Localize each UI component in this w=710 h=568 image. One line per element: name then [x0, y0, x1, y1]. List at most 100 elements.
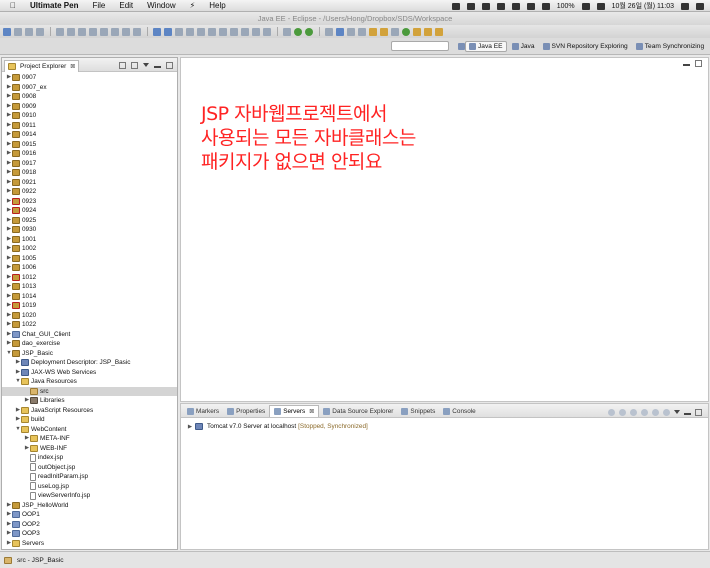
- tree-item[interactable]: ▶ 0922: [2, 187, 177, 197]
- tree-item[interactable]: ▶ Chat_GUI_Client: [2, 330, 177, 340]
- tree-item[interactable]: ▶ 1001: [2, 235, 177, 245]
- open-folder-icon[interactable]: [369, 27, 377, 36]
- tree-item[interactable]: ▶ 1005: [2, 254, 177, 264]
- show-whitespace-icon[interactable]: [100, 27, 108, 36]
- notification-center-icon[interactable]: [696, 2, 704, 10]
- menu-file[interactable]: File: [92, 1, 105, 10]
- perspective-java[interactable]: Java: [509, 42, 538, 51]
- apple-menu-icon[interactable]: : [10, 1, 16, 10]
- menubar-clock[interactable]: 10월 26일 (월) 11:03: [612, 1, 674, 11]
- minimize-icon[interactable]: [154, 66, 161, 68]
- collapse-icon[interactable]: [608, 408, 615, 416]
- new-server-icon[interactable]: [208, 27, 216, 36]
- tab-properties[interactable]: Properties: [223, 405, 269, 417]
- run-icon[interactable]: [294, 27, 302, 36]
- dropbox-icon[interactable]: [451, 2, 460, 10]
- ant-icon[interactable]: [197, 27, 205, 36]
- tree-item[interactable]: viewServerInfo.jsp: [2, 491, 177, 501]
- pin-icon[interactable]: [230, 27, 238, 36]
- spotlight-icon[interactable]: [681, 2, 689, 10]
- tree-item[interactable]: ▶ 1019: [2, 301, 177, 311]
- tree-item[interactable]: outObject.jsp: [2, 463, 177, 473]
- tab-console[interactable]: Console: [439, 405, 479, 417]
- debug-icon[interactable]: [305, 27, 313, 36]
- sync-icon[interactable]: [511, 2, 520, 10]
- battery-percent[interactable]: 100%: [557, 3, 575, 10]
- settings-icon[interactable]: [283, 27, 291, 36]
- tree-item[interactable]: ▶ 1002: [2, 244, 177, 254]
- view-menu-icon[interactable]: [143, 63, 149, 70]
- tree-item[interactable]: ▶ 0917: [2, 159, 177, 169]
- maximize-icon[interactable]: [695, 408, 702, 416]
- save-all-icon[interactable]: [25, 27, 33, 36]
- toggle-mark-icon[interactable]: [252, 27, 260, 36]
- tree-item[interactable]: ▶ Servers: [2, 539, 177, 549]
- search-icon[interactable]: [175, 27, 183, 36]
- menu-window[interactable]: Window: [147, 1, 175, 10]
- cloud-icon[interactable]: [496, 2, 505, 10]
- tree-item[interactable]: ▶ 1022: [2, 320, 177, 330]
- app-status-icon[interactable]: [481, 2, 490, 10]
- external-tools-icon[interactable]: [263, 27, 271, 36]
- tree-item[interactable]: ▶ JavaScript Resources: [2, 406, 177, 416]
- prev-annotation-icon[interactable]: [133, 27, 141, 36]
- save-icon[interactable]: [14, 27, 22, 36]
- minimize-icon[interactable]: [683, 64, 690, 66]
- tree-item[interactable]: ▶ META-INF: [2, 434, 177, 444]
- perspective-svn[interactable]: SVN Repository Exploring: [540, 42, 631, 51]
- battery-icon[interactable]: [581, 2, 590, 10]
- annotation-icon[interactable]: [111, 27, 119, 36]
- tree-item[interactable]: ▶ 1020: [2, 311, 177, 321]
- next-annotation-icon[interactable]: [122, 27, 130, 36]
- new-package-icon[interactable]: [336, 27, 344, 36]
- close-icon[interactable]: ⊠: [70, 63, 75, 70]
- block-selection-icon[interactable]: [89, 27, 97, 36]
- tree-item[interactable]: ▶ 0923: [2, 197, 177, 207]
- tree-item[interactable]: ▶ 0918: [2, 168, 177, 178]
- profile-server-icon[interactable]: [641, 408, 648, 416]
- server-icon[interactable]: [153, 27, 161, 36]
- perspective-team-sync[interactable]: Team Synchronizing: [633, 42, 707, 51]
- tab-data-source-explorer[interactable]: Data Source Explorer: [319, 405, 397, 417]
- toggle-icon[interactable]: [67, 27, 75, 36]
- tree-item[interactable]: ▶ WEB-INF: [2, 444, 177, 454]
- maximize-icon[interactable]: [166, 61, 173, 69]
- menu-edit[interactable]: Edit: [119, 1, 133, 10]
- tree-item[interactable]: ▶ 1014: [2, 292, 177, 302]
- collapse-all-icon[interactable]: [119, 61, 126, 69]
- tree-item[interactable]: ▶ 0909: [2, 102, 177, 112]
- tree-item[interactable]: ▶ JAX-WS Web Services: [2, 368, 177, 378]
- navigate-back-icon[interactable]: [424, 27, 432, 36]
- tree-item[interactable]: ▶ build: [2, 415, 177, 425]
- tree-item[interactable]: ▶ OOP3: [2, 529, 177, 539]
- tree-item[interactable]: readInitParam.jsp: [2, 472, 177, 482]
- globe-icon[interactable]: [402, 27, 410, 36]
- tree-item[interactable]: ▶ 0908: [2, 92, 177, 102]
- debug-server-icon[interactable]: [619, 408, 626, 416]
- tree-item[interactable]: ▶ 0921: [2, 178, 177, 188]
- volume-icon[interactable]: [541, 2, 550, 10]
- editor-area[interactable]: JSP 자바웹프로젝트에서 사용되는 모든 자바클래스는 패키지가 없으면 안되…: [180, 57, 709, 402]
- navigate-forward-icon[interactable]: [435, 27, 443, 36]
- edit-icon[interactable]: [391, 27, 399, 36]
- menu-help[interactable]: Help: [209, 1, 225, 10]
- app-menu[interactable]: Ultimate Pen: [30, 1, 78, 10]
- tree-item[interactable]: ▶ 0907_ex: [2, 83, 177, 93]
- tree-item[interactable]: ▶ OOP1: [2, 510, 177, 520]
- tree-item[interactable]: ▶ Libraries: [2, 396, 177, 406]
- quick-access-input[interactable]: [391, 41, 449, 51]
- lightning-menu-icon[interactable]: ⚡: [190, 1, 196, 10]
- start-server-icon[interactable]: [630, 408, 637, 416]
- tree-item[interactable]: ▶ JSP_HelloWorld: [2, 501, 177, 511]
- tree-item[interactable]: ▶ 0930: [2, 225, 177, 235]
- tree-item[interactable]: ▶ OOP2: [2, 520, 177, 530]
- tree-item[interactable]: ▶ 0910: [2, 111, 177, 121]
- minimize-icon[interactable]: [684, 413, 691, 415]
- tree-item[interactable]: ▶ 0924: [2, 206, 177, 216]
- build-icon[interactable]: [56, 27, 64, 36]
- tree-item[interactable]: ▼ Java Resources: [2, 377, 177, 387]
- new-icon[interactable]: [3, 27, 11, 36]
- tree-item[interactable]: ▶ 0911: [2, 121, 177, 131]
- tree-item[interactable]: ▶ 1006: [2, 263, 177, 273]
- tree-item[interactable]: ▶ 0916: [2, 149, 177, 159]
